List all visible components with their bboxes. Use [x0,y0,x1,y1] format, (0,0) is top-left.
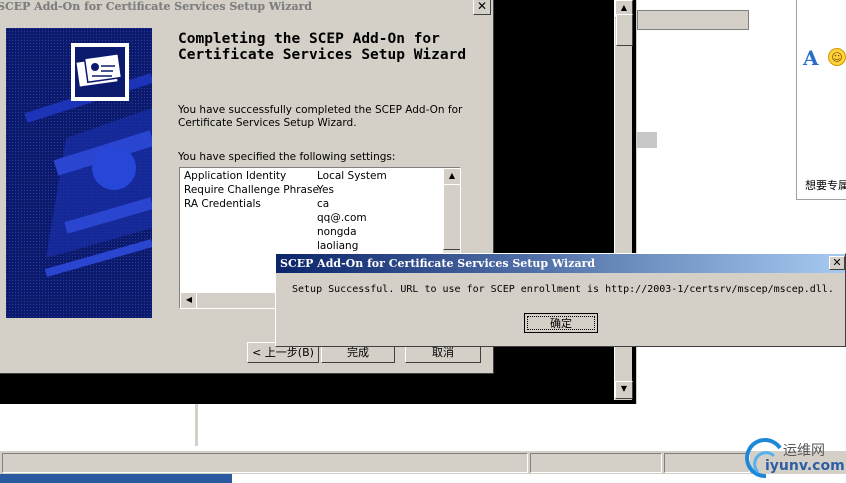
wizard-heading: Completing the SCEP Add-On for Certifica… [178,31,467,63]
settings-row: RA Credentials ca [184,198,330,210]
panel-selection [637,132,657,148]
wizard-title: SCEP Add-On for Certificate Services Set… [0,0,313,13]
watermark-name: 运维网 [783,443,825,459]
scroll-thumb[interactable] [616,14,633,46]
chat-promo-text: 想要专属 [805,179,846,192]
scroll-thumb[interactable] [443,184,460,250]
chat-window [796,0,846,200]
close-icon[interactable]: ✕ [829,256,845,270]
dialog-message: Setup Successful. URL to use for SCEP en… [292,284,834,295]
settings-row: laoliang [317,240,359,252]
watermark-url: iyunv.com [765,458,845,474]
emoticon-icon[interactable]: ☺ [828,48,846,66]
settings-row: qq@.com [317,212,367,224]
pane-splitter[interactable] [195,404,198,446]
settings-row: nongda [317,226,357,238]
wizard-banner [6,28,152,318]
dialog-title: SCEP Add-On for Certificate Services Set… [280,257,596,270]
wizard-description: You have successfully completed the SCEP… [178,104,463,129]
background-panel [636,0,750,450]
settings-label: You have specified the following setting… [178,151,396,163]
panel-header [637,10,749,30]
settings-row: Application Identity Local System [184,170,387,182]
wizard-titlebar[interactable]: SCEP Add-On for Certificate Services Set… [0,0,491,15]
status-segment [2,453,528,473]
font-icon[interactable]: A [803,46,819,70]
dialog-titlebar[interactable]: SCEP Add-On for Certificate Services Set… [276,254,845,273]
ok-button[interactable]: 确定 [524,313,598,333]
scroll-down-arrow-icon[interactable]: ▼ [615,381,633,399]
bottom-pane [0,404,750,450]
certificate-art-icon [6,28,152,318]
setup-success-dialog: SCEP Add-On for Certificate Services Set… [275,253,846,347]
taskbar-strip [0,474,232,483]
status-bar [0,450,846,474]
settings-row: Require Challenge PhraseYes [184,184,334,196]
status-segment [530,453,662,473]
status-segment [664,453,750,473]
close-icon[interactable]: ✕ [473,0,491,15]
